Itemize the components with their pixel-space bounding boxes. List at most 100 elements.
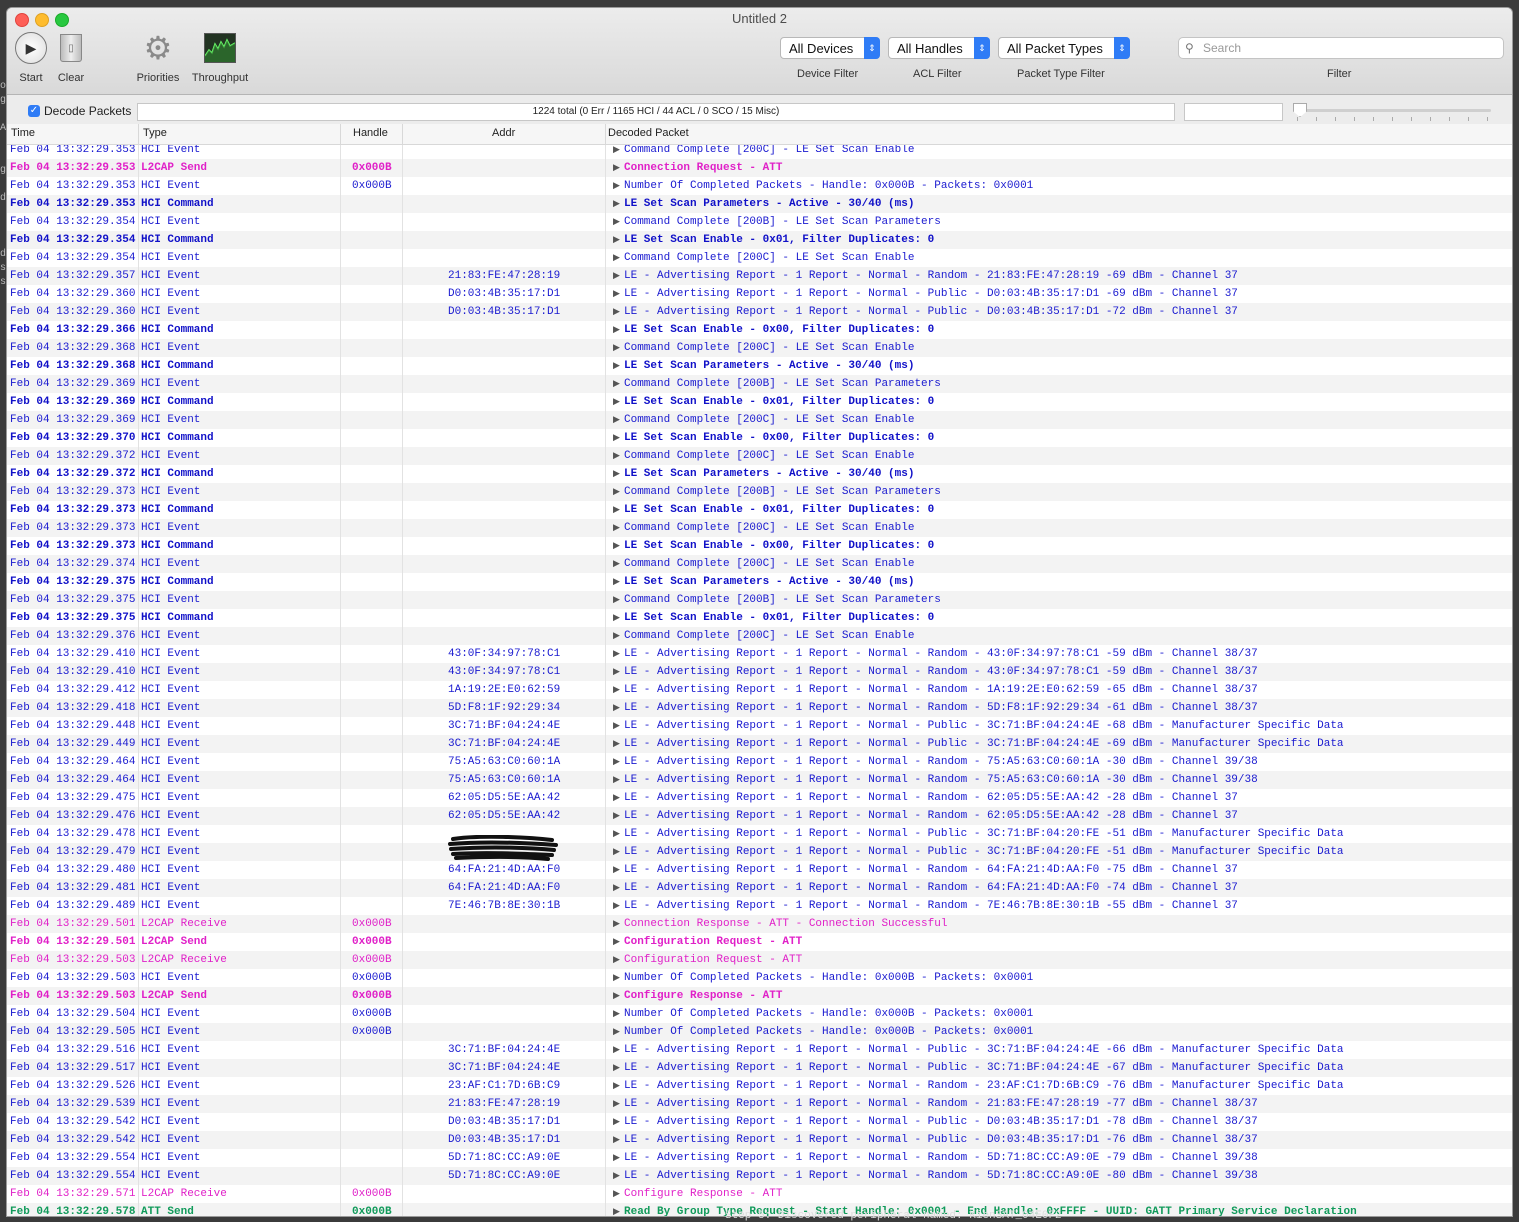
table-row[interactable]: Feb 04 13:32:29.410 HCI Event 43:0F:34:97:… [7,663,1512,681]
column-header-handle[interactable]: Handle [353,127,388,139]
table-row[interactable]: Feb 04 13:32:29.539 HCI Event 21:83:FE:47:… [7,1095,1512,1113]
disclosure-triangle-icon[interactable]: ▶ [613,753,620,771]
acl-filter-popup[interactable]: All Handles ⇕ [888,37,990,59]
disclosure-triangle-icon[interactable]: ▶ [613,447,620,465]
disclosure-triangle-icon[interactable]: ▶ [613,1203,620,1216]
disclosure-triangle-icon[interactable]: ▶ [613,519,620,537]
table-row[interactable]: Feb 04 13:32:29.516 HCI Event 3C:71:BF:04:… [7,1041,1512,1059]
disclosure-triangle-icon[interactable]: ▶ [613,771,620,789]
disclosure-triangle-icon[interactable]: ▶ [613,1005,620,1023]
table-row[interactable]: Feb 04 13:32:29.517 HCI Event 3C:71:BF:04:… [7,1059,1512,1077]
table-row[interactable]: Feb 04 13:32:29.478 HCI Event ▶ LE - Advert… [7,825,1512,843]
table-row[interactable]: Feb 04 13:32:29.481 HCI Event 64:FA:21:4D:… [7,879,1512,897]
disclosure-triangle-icon[interactable]: ▶ [613,879,620,897]
column-header-type[interactable]: Type [143,127,167,139]
table-row[interactable]: Feb 04 13:32:29.353 HCI Command ▶ LE Set Sc… [7,195,1512,213]
disclosure-triangle-icon[interactable]: ▶ [613,1077,620,1095]
disclosure-triangle-icon[interactable]: ▶ [613,951,620,969]
disclosure-triangle-icon[interactable]: ▶ [613,195,620,213]
disclosure-triangle-icon[interactable]: ▶ [613,249,620,267]
table-row[interactable]: Feb 04 13:32:29.353 HCI Event ▶ Command Com… [7,145,1512,159]
table-row[interactable]: Feb 04 13:32:29.372 HCI Event ▶ Command Com… [7,447,1512,465]
disclosure-triangle-icon[interactable]: ▶ [613,807,620,825]
disclosure-triangle-icon[interactable]: ▶ [613,1113,620,1131]
table-row[interactable]: Feb 04 13:32:29.374 HCI Event ▶ Command Com… [7,555,1512,573]
table-row[interactable]: Feb 04 13:32:29.369 HCI Command ▶ LE Set Sc… [7,393,1512,411]
table-row[interactable]: Feb 04 13:32:29.360 HCI Event D0:03:4B:35:… [7,285,1512,303]
table-row[interactable]: Feb 04 13:32:29.448 HCI Event 3C:71:BF:04:… [7,717,1512,735]
table-row[interactable]: Feb 04 13:32:29.369 HCI Event ▶ Command Com… [7,375,1512,393]
table-row[interactable]: Feb 04 13:32:29.526 HCI Event 23:AF:C1:7D:… [7,1077,1512,1095]
table-row[interactable]: Feb 04 13:32:29.410 HCI Event 43:0F:34:97:… [7,645,1512,663]
disclosure-triangle-icon[interactable]: ▶ [613,285,620,303]
table-row[interactable]: Feb 04 13:32:29.375 HCI Command ▶ LE Set Sc… [7,609,1512,627]
table-row[interactable]: Feb 04 13:32:29.475 HCI Event 62:05:D5:5E:… [7,789,1512,807]
disclosure-triangle-icon[interactable]: ▶ [613,591,620,609]
slider-knob[interactable] [1293,103,1307,117]
table-row[interactable]: Feb 04 13:32:29.479 HCI Event ▶ LE - Advert… [7,843,1512,861]
priorities-button[interactable]: ⚙ Priorities [133,32,183,84]
table-row[interactable]: Feb 04 13:32:29.354 HCI Command ▶ LE Set Sc… [7,231,1512,249]
table-row[interactable]: Feb 04 13:32:29.501 L2CAP Send 0x000B ▶ Conf… [7,933,1512,951]
disclosure-triangle-icon[interactable]: ▶ [613,501,620,519]
disclosure-triangle-icon[interactable]: ▶ [613,789,620,807]
disclosure-triangle-icon[interactable]: ▶ [613,717,620,735]
table-row[interactable]: Feb 04 13:32:29.375 HCI Command ▶ LE Set Sc… [7,573,1512,591]
column-header-time[interactable]: Time [11,127,35,139]
disclosure-triangle-icon[interactable]: ▶ [613,897,620,915]
disclosure-triangle-icon[interactable]: ▶ [613,1095,620,1113]
disclosure-triangle-icon[interactable]: ▶ [613,357,620,375]
disclosure-triangle-icon[interactable]: ▶ [613,861,620,879]
packet-type-filter-popup[interactable]: All Packet Types ⇕ [998,37,1130,59]
disclosure-triangle-icon[interactable]: ▶ [613,555,620,573]
table-row[interactable]: Feb 04 13:32:29.354 HCI Event ▶ Command Com… [7,213,1512,231]
table-row[interactable]: Feb 04 13:32:29.501 L2CAP Receive 0x000B ▶ C… [7,915,1512,933]
table-row[interactable]: Feb 04 13:32:29.476 HCI Event 62:05:D5:5E:… [7,807,1512,825]
disclosure-triangle-icon[interactable]: ▶ [613,1023,620,1041]
secondary-field[interactable] [1184,103,1283,121]
table-row[interactable]: Feb 04 13:32:29.542 HCI Event D0:03:4B:35:… [7,1113,1512,1131]
disclosure-triangle-icon[interactable]: ▶ [613,537,620,555]
table-row[interactable]: Feb 04 13:32:29.370 HCI Command ▶ LE Set Sc… [7,429,1512,447]
table-row[interactable]: Feb 04 13:32:29.366 HCI Command ▶ LE Set Sc… [7,321,1512,339]
table-row[interactable]: Feb 04 13:32:29.489 HCI Event 7E:46:7B:8E:… [7,897,1512,915]
table-row[interactable]: Feb 04 13:32:29.353 L2CAP Send 0x000B ▶ Conn… [7,159,1512,177]
disclosure-triangle-icon[interactable]: ▶ [613,177,620,195]
table-row[interactable]: Feb 04 13:32:29.554 HCI Event 5D:71:8C:CC:… [7,1149,1512,1167]
table-row[interactable]: Feb 04 13:32:29.373 HCI Command ▶ LE Set Sc… [7,537,1512,555]
search-input[interactable]: ⚲ Search [1178,37,1504,59]
disclosure-triangle-icon[interactable]: ▶ [613,231,620,249]
disclosure-triangle-icon[interactable]: ▶ [613,375,620,393]
disclosure-triangle-icon[interactable]: ▶ [613,267,620,285]
disclosure-triangle-icon[interactable]: ▶ [613,483,620,501]
disclosure-triangle-icon[interactable]: ▶ [613,1041,620,1059]
table-row[interactable]: Feb 04 13:32:29.360 HCI Event D0:03:4B:35:… [7,303,1512,321]
table-row[interactable]: Feb 04 13:32:29.503 HCI Event 0x000B ▶ Numbe… [7,969,1512,987]
disclosure-triangle-icon[interactable]: ▶ [613,915,620,933]
disclosure-triangle-icon[interactable]: ▶ [613,303,620,321]
throughput-button[interactable]: Throughput [189,32,251,84]
disclosure-triangle-icon[interactable]: ▶ [613,1149,620,1167]
table-row[interactable]: Feb 04 13:32:29.464 HCI Event 75:A5:63:C0:… [7,753,1512,771]
clear-button[interactable]: ▯ Clear [55,32,87,84]
disclosure-triangle-icon[interactable]: ▶ [613,1059,620,1077]
disclosure-triangle-icon[interactable]: ▶ [613,573,620,591]
disclosure-triangle-icon[interactable]: ▶ [613,825,620,843]
table-row[interactable]: Feb 04 13:32:29.368 HCI Event ▶ Command Com… [7,339,1512,357]
device-filter-popup[interactable]: All Devices ⇕ [780,37,880,59]
table-row[interactable]: Feb 04 13:32:29.373 HCI Event ▶ Command Com… [7,519,1512,537]
disclosure-triangle-icon[interactable]: ▶ [613,969,620,987]
disclosure-triangle-icon[interactable]: ▶ [613,339,620,357]
disclosure-triangle-icon[interactable]: ▶ [613,1185,620,1203]
disclosure-triangle-icon[interactable]: ▶ [613,159,620,177]
column-header-addr[interactable]: Addr [492,127,515,139]
table-row[interactable]: Feb 04 13:32:29.373 HCI Event ▶ Command Com… [7,483,1512,501]
disclosure-triangle-icon[interactable]: ▶ [613,321,620,339]
table-row[interactable]: Feb 04 13:32:29.375 HCI Event ▶ Command Com… [7,591,1512,609]
table-row[interactable]: Feb 04 13:32:29.504 HCI Event 0x000B ▶ Numbe… [7,1005,1512,1023]
table-row[interactable]: Feb 04 13:32:29.372 HCI Command ▶ LE Set Sc… [7,465,1512,483]
disclosure-triangle-icon[interactable]: ▶ [613,681,620,699]
disclosure-triangle-icon[interactable]: ▶ [613,627,620,645]
table-row[interactable]: Feb 04 13:32:29.449 HCI Event 3C:71:BF:04:… [7,735,1512,753]
decode-packets-checkbox[interactable]: ✓ [28,105,40,117]
